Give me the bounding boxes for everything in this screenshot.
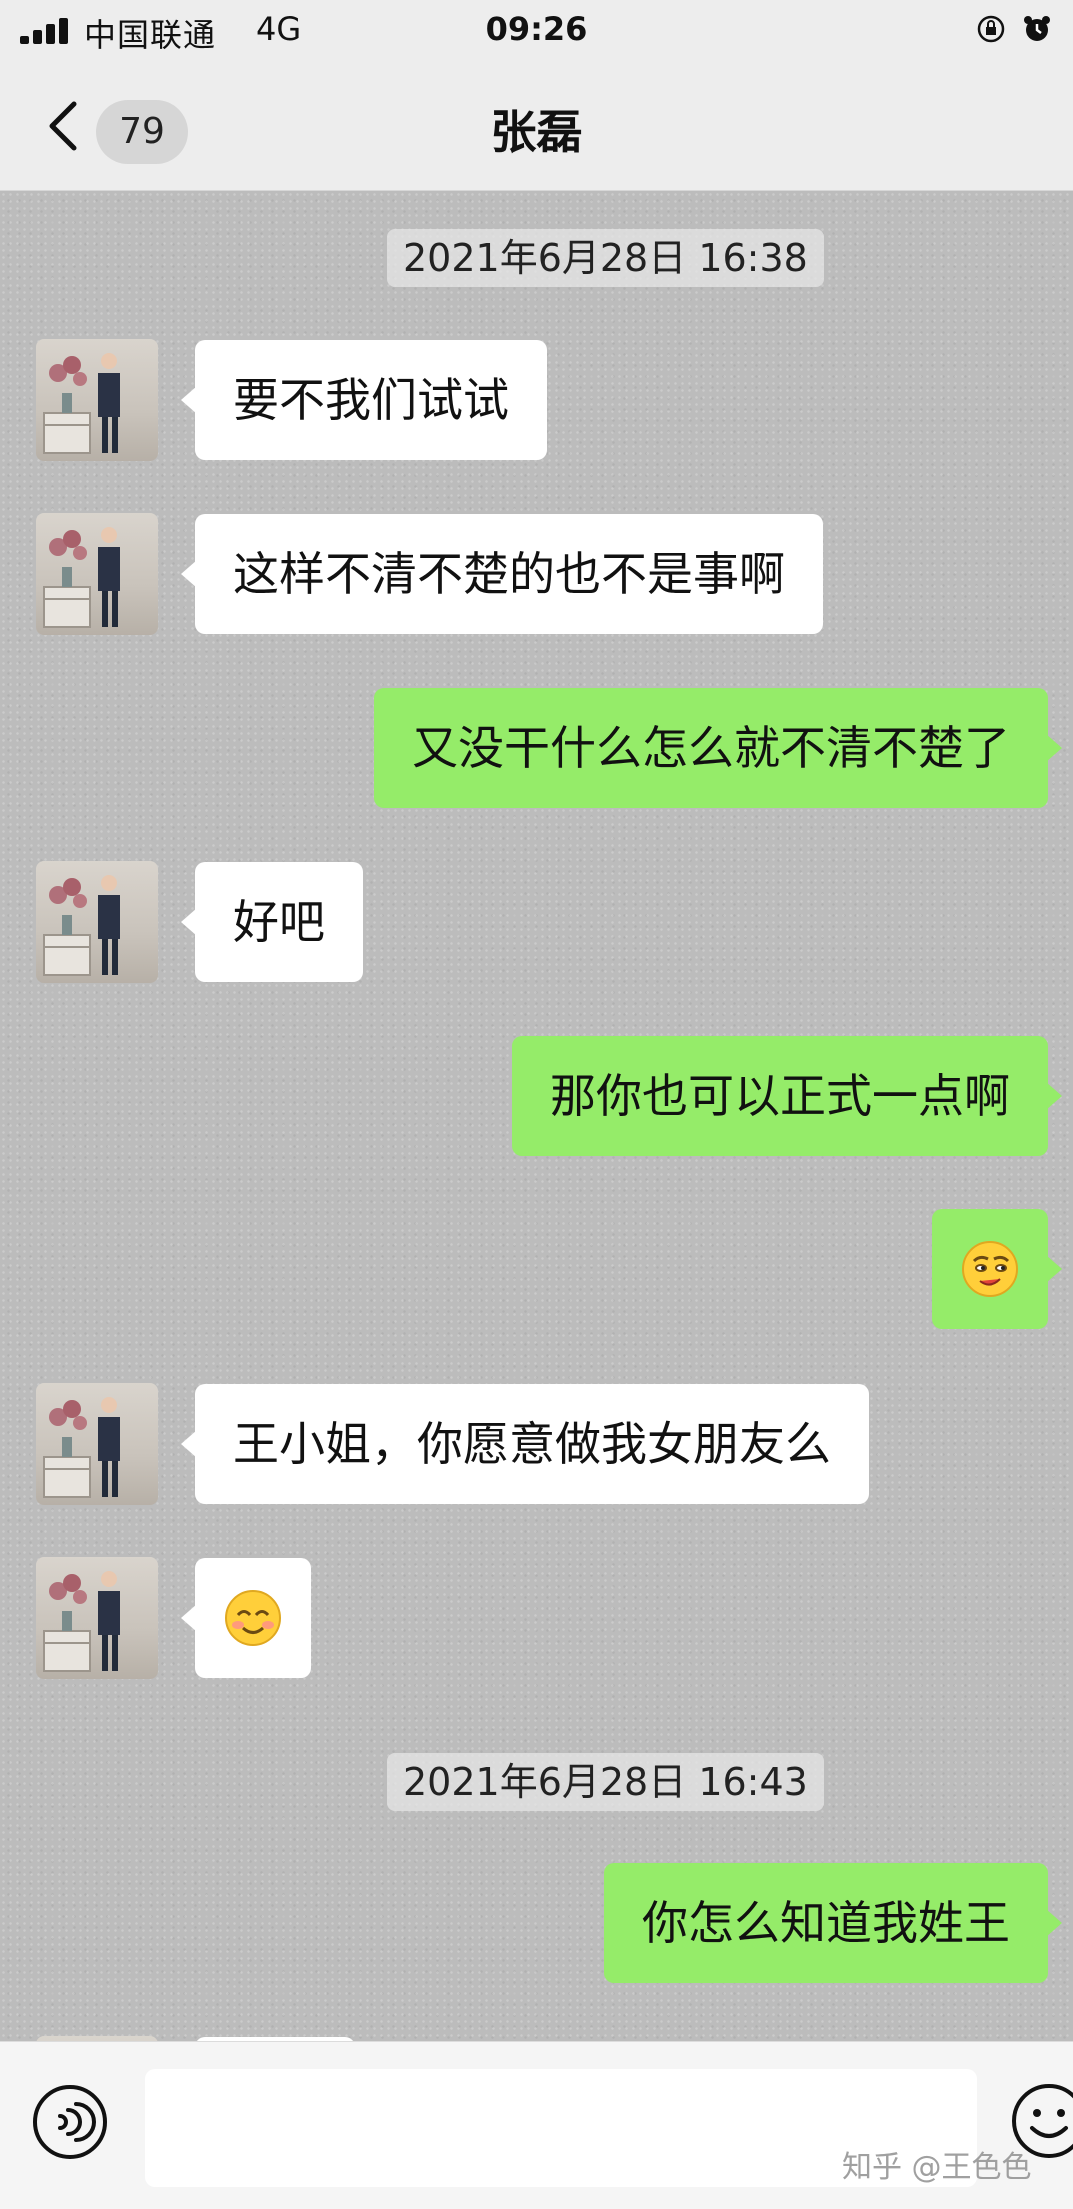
contact-avatar[interactable] [36, 861, 158, 983]
timestamp: 2021年6月28日 16:43 [387, 1753, 824, 1811]
message-bubble[interactable]: 这样不清不楚的也不是事啊 [181, 514, 823, 634]
message-list[interactable]: 2021年6月28日 16:38 要不我们试试 这样不清不楚的也不是事啊 又没干… [0, 191, 1073, 2041]
watermark: 知乎 @王色色 [842, 2150, 1032, 2185]
message-bubble[interactable]: 你怎么知道我姓王 [604, 1863, 1062, 1983]
emoji-message-bubble[interactable] [181, 1558, 311, 1678]
smiling-face-emoji [225, 1590, 281, 1646]
message-bubble[interactable]: 那你也可以正式一点啊 [512, 1036, 1062, 1156]
chat-header: 79 张磊 [0, 62, 1073, 191]
message-bubble[interactable]: 要不我们试试 [181, 340, 547, 460]
contact-avatar[interactable] [36, 1557, 158, 1679]
chat-title: 张磊 [490, 105, 583, 159]
status-time: 09:26 [485, 10, 588, 48]
message-bubble[interactable]: 好吧 [181, 862, 363, 982]
message-bubble[interactable]: 王小姐，你愿意做我女朋友么 [181, 1384, 869, 1504]
rotation-lock-icon [977, 15, 1005, 43]
voice-icon[interactable] [32, 2084, 108, 2160]
status-bar: 中国联通 4G 09:26 [0, 0, 1073, 62]
emoji-message-bubble[interactable] [932, 1209, 1062, 1329]
contact-avatar[interactable] [36, 513, 158, 635]
smirk-face-emoji [962, 1241, 1018, 1297]
input-bar: 知乎 @王色色 [0, 2041, 1073, 2209]
alarm-icon [1024, 16, 1050, 41]
timestamp: 2021年6月28日 16:38 [387, 229, 824, 287]
contact-avatar[interactable] [36, 1383, 158, 1505]
message-bubble[interactable]: 又没干什么怎么就不清不楚了 [374, 688, 1062, 808]
contact-avatar[interactable] [36, 339, 158, 461]
